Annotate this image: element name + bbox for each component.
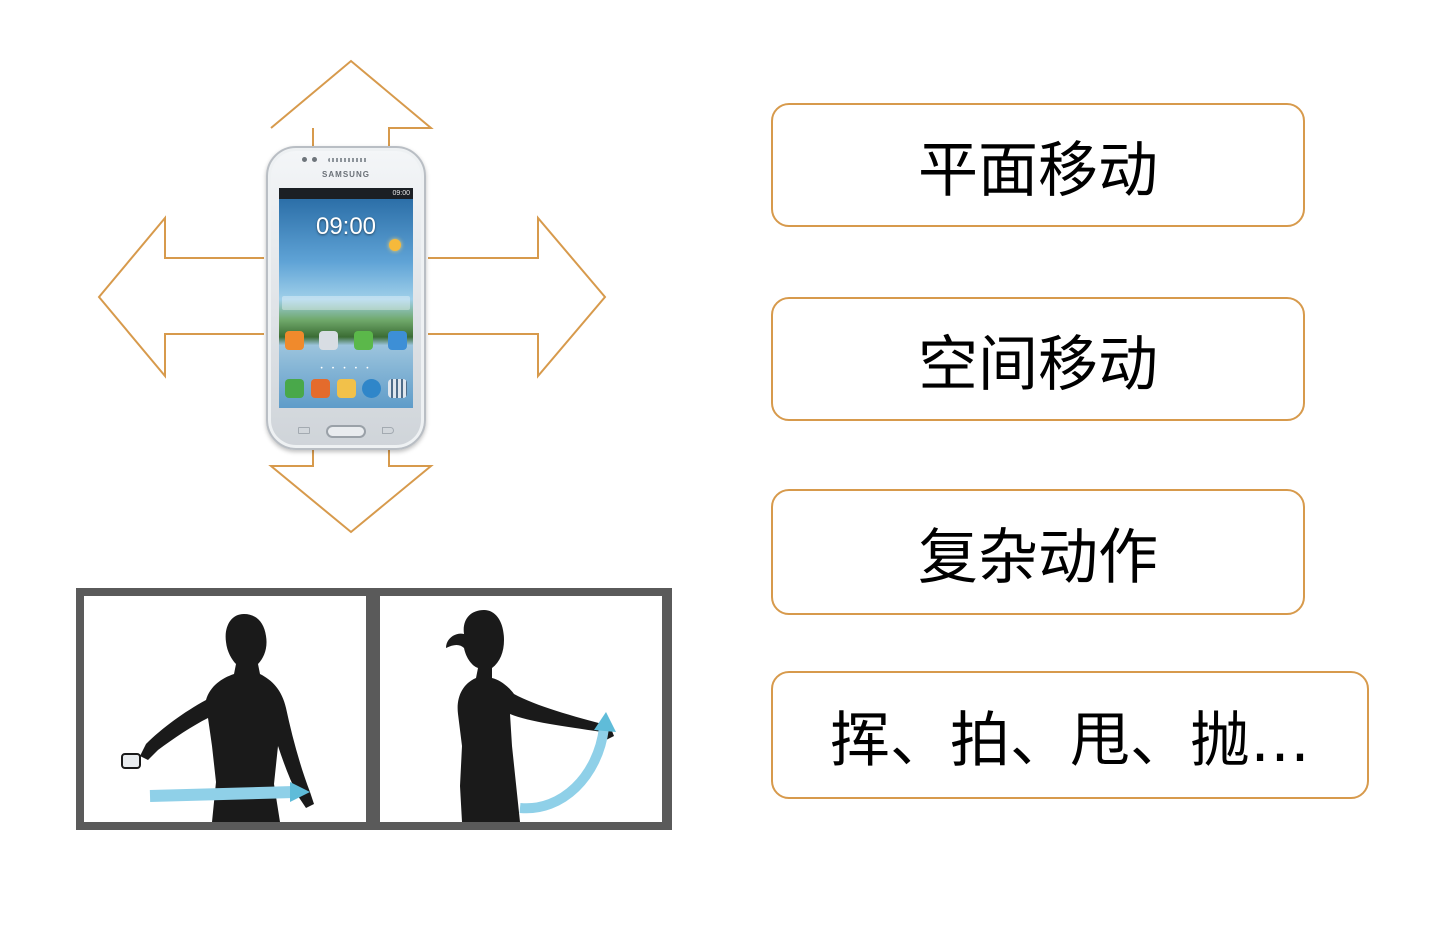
app-icon (353, 331, 373, 350)
dock-row (285, 379, 407, 398)
app-row (285, 331, 407, 350)
smartphone-illustration: SAMSUNG 09:00 09:00 • • • • • (266, 146, 426, 450)
app-icon (285, 331, 304, 350)
arrow-up (270, 59, 434, 148)
contacts-app-icon (310, 379, 330, 398)
front-swing-silhouette (121, 614, 314, 822)
phone-brand: SAMSUNG (322, 170, 370, 179)
apps-grid-icon (388, 379, 407, 398)
motion-type-gestures: 挥、拍、甩、抛… (771, 671, 1369, 799)
menu-key-icon (298, 427, 310, 434)
arrow-right (428, 215, 607, 379)
search-bar (282, 296, 410, 310)
game-app-icon (319, 331, 339, 350)
swing-trail (519, 727, 609, 814)
arrow-left (97, 215, 264, 379)
weather-sun-icon (389, 239, 401, 251)
messages-app-icon (336, 379, 356, 398)
wallpaper: 09:00 • • • • • (279, 199, 413, 408)
swing-trail-arrowhead (594, 712, 616, 732)
gesture-panel-front (84, 596, 366, 822)
arrow-down (268, 450, 434, 534)
back-key-icon (382, 427, 394, 434)
sensor-dot (302, 157, 307, 162)
motion-type-planar: 平面移动 (771, 103, 1305, 227)
side-swing-silhouette (446, 610, 616, 822)
sensor-dot (312, 157, 317, 162)
earpiece (328, 158, 368, 162)
status-bar-time: 09:00 (279, 188, 413, 199)
motion-type-spatial: 空间移动 (771, 297, 1305, 421)
phone-screen: 09:00 09:00 • • • • • (279, 188, 413, 408)
gesture-panel-side (380, 596, 662, 822)
page-indicator: • • • • • (319, 365, 373, 372)
swing-trail (149, 786, 295, 802)
gesture-illustration-frame (76, 588, 672, 830)
handheld-phone (121, 753, 141, 769)
motion-type-complex: 复杂动作 (771, 489, 1305, 615)
home-button (326, 425, 366, 438)
phone-app-icon (285, 379, 304, 398)
browser-app-icon (362, 379, 382, 398)
clock-widget: 09:00 (315, 213, 377, 240)
silhouette-body (446, 610, 614, 822)
app-icon (387, 331, 407, 350)
